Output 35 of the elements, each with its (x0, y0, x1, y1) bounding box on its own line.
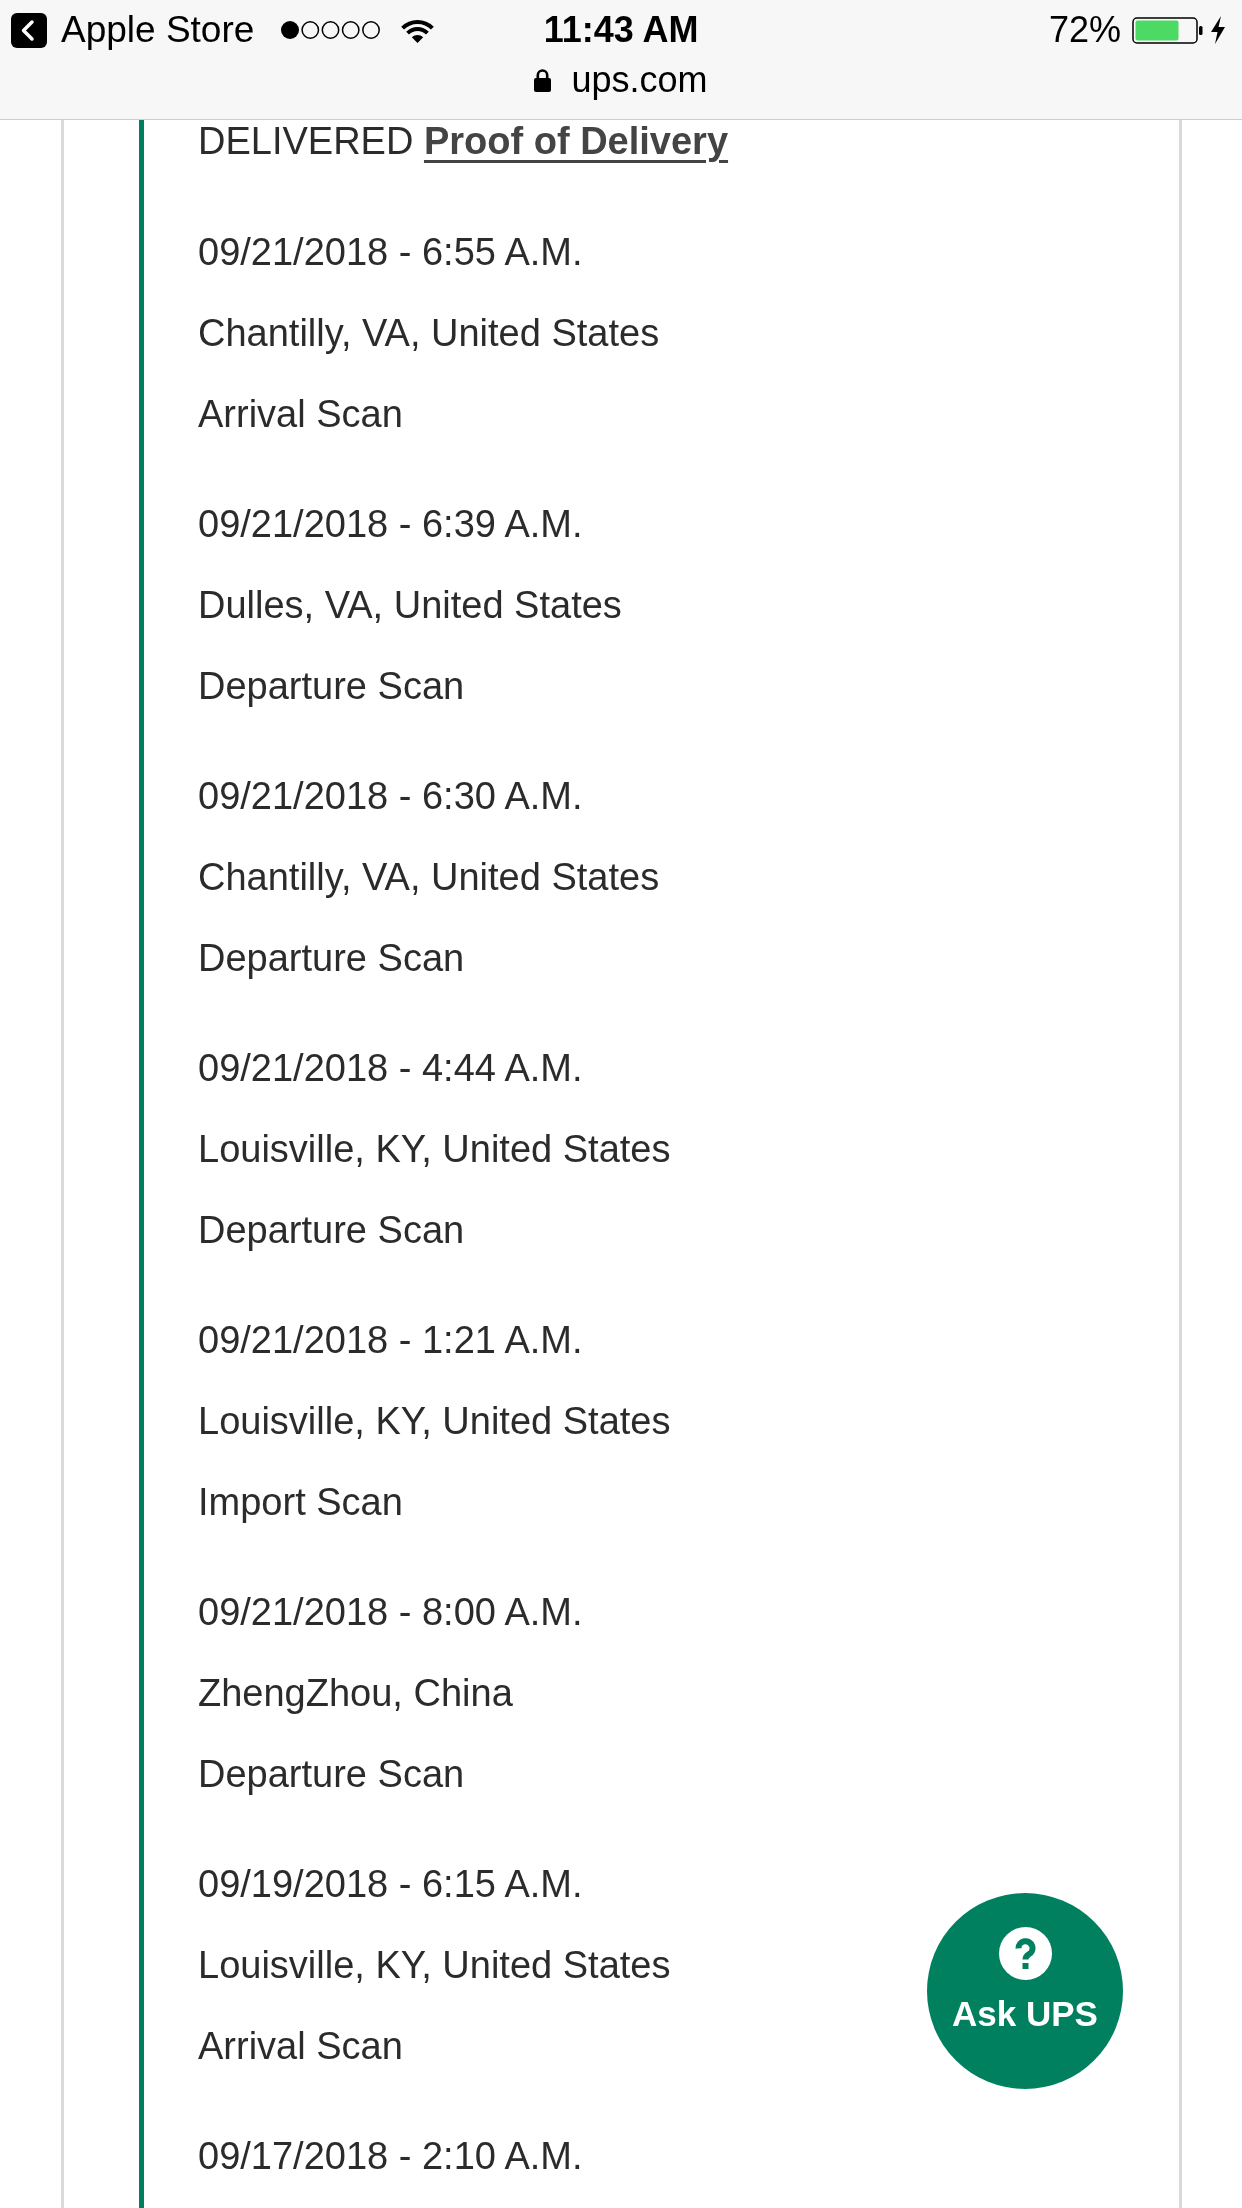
event-activity: Arrival Scan (198, 392, 403, 437)
event-location: Louisville, KY, United States (198, 1399, 671, 1444)
event-location: ZhengZhou, China (198, 1671, 513, 1716)
battery-percentage: 72% (1048, 8, 1121, 52)
event-date: 09/21/2018 - 8:00 A.M. (198, 1590, 583, 1635)
event-date: 09/17/2018 - 2:10 A.M. (198, 2134, 583, 2179)
event-activity: Import Scan (198, 1480, 403, 1525)
back-to-app-button[interactable]: Apple Store (11, 8, 255, 52)
event-date: 09/21/2018 - 1:21 A.M. (198, 1318, 583, 1363)
event-location: Chantilly, VA, United States (198, 855, 660, 900)
event-activity: Departure Scan (198, 664, 465, 709)
help-icon (998, 1927, 1052, 1980)
event-location: Louisville, KY, United States (198, 1943, 671, 1988)
ask-ups-button[interactable]: Ask UPS (927, 1893, 1123, 2089)
event-activity: Departure Scan (198, 936, 465, 981)
event-location: Dulles, VA, United States (198, 583, 622, 628)
event-date: 09/19/2018 - 6:15 A.M. (198, 1862, 583, 1907)
event-date: 09/21/2018 - 6:55 A.M. (198, 230, 583, 275)
address-bar-url[interactable]: ups.com (571, 60, 708, 100)
lock-icon (534, 68, 552, 92)
proof-of-delivery-link[interactable]: Proof of Delivery (423, 120, 729, 162)
signal-strength-icon (280, 20, 382, 40)
event-activity: Departure Scan (198, 1752, 465, 1797)
event-activity: Departure Scan (198, 1208, 465, 1253)
battery-icon (1132, 16, 1203, 44)
event-location: Louisville, KY, United States (198, 1127, 671, 1172)
event-date: 09/21/2018 - 6:30 A.M. (198, 774, 583, 819)
clock-time: 11:43 AM (543, 8, 699, 52)
delivery-status-text: DELIVERED (198, 120, 414, 162)
back-chevron-icon (11, 12, 47, 48)
event-date: 09/21/2018 - 6:39 A.M. (198, 502, 583, 547)
event-activity: Arrival Scan (198, 2024, 403, 2069)
charging-bolt-icon (1210, 16, 1226, 44)
event-location: Chantilly, VA, United States (198, 311, 660, 356)
event-date: 09/21/2018 - 4:44 A.M. (198, 1046, 583, 1091)
